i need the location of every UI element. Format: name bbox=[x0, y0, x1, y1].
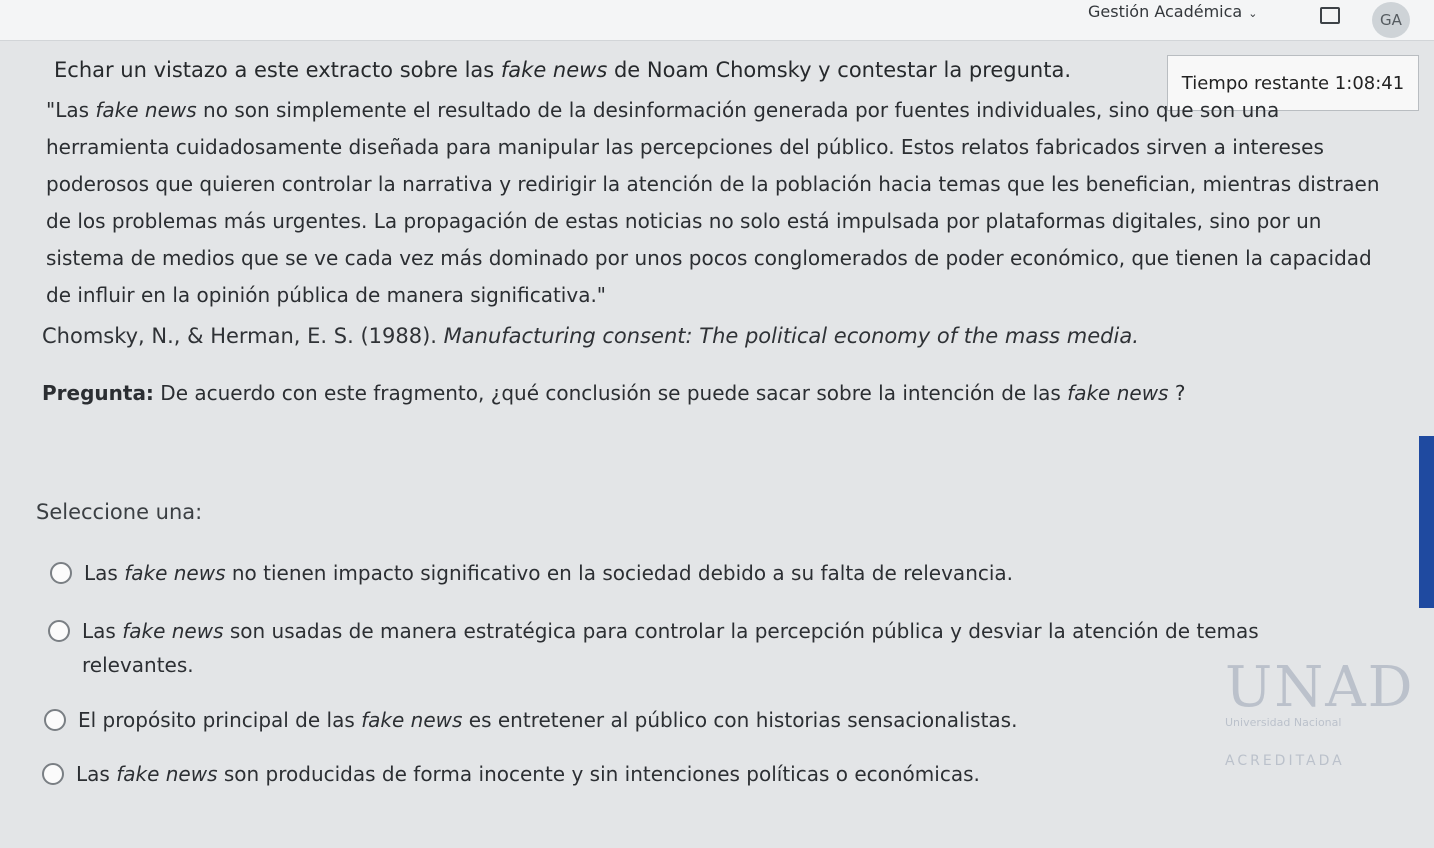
quote-text-body: no son simplemente el resultado de la de… bbox=[46, 98, 1380, 307]
scrollbar-thumb[interactable] bbox=[1419, 436, 1434, 608]
option-text-end: es entretener al público con historias s… bbox=[462, 708, 1018, 732]
unad-logo: UNAD Universidad Nacional ACREDITADA bbox=[1225, 655, 1415, 805]
option-fake-news: fake news bbox=[361, 708, 463, 732]
chomsky-quote: "Las fake news no son simplemente el res… bbox=[46, 92, 1396, 314]
radio-button[interactable] bbox=[48, 620, 70, 642]
question-fake-news: fake news bbox=[1067, 381, 1169, 405]
question-prompt: Pregunta: De acuerdo con este fragmento,… bbox=[42, 381, 1185, 405]
quote-text-start: "Las bbox=[46, 98, 96, 122]
radio-button[interactable] bbox=[42, 763, 64, 785]
option-fake-news: fake news bbox=[124, 561, 226, 585]
option-text-start: Las bbox=[84, 561, 125, 585]
question-intro: Echar un vistazo a este extracto sobre l… bbox=[54, 58, 1071, 82]
mail-icon[interactable] bbox=[1320, 7, 1340, 24]
nav-label: Gestión Académica bbox=[1088, 2, 1243, 21]
logo-mark: UNAD bbox=[1225, 655, 1415, 720]
option-text-start: Las bbox=[76, 762, 117, 786]
answer-option-2[interactable]: Las fake news son usadas de manera estra… bbox=[48, 614, 1338, 682]
citation: Chomsky, N., & Herman, E. S. (1988). Man… bbox=[42, 324, 1139, 348]
option-text-start: Las bbox=[82, 619, 123, 643]
option-fake-news: fake news bbox=[122, 619, 224, 643]
logo-accredited: ACREDITADA bbox=[1225, 753, 1345, 769]
time-remaining-label: Tiempo restante 1:08:41 bbox=[1181, 72, 1405, 94]
chevron-down-icon: ⌄ bbox=[1248, 7, 1258, 20]
intro-fake-news: fake news bbox=[500, 58, 608, 82]
option-fake-news: fake news bbox=[116, 762, 218, 786]
select-one-label: Seleccione una: bbox=[36, 500, 203, 524]
option-text-end: son producidas de forma inocente y sin i… bbox=[217, 762, 980, 786]
option-text: Las fake news no tienen impacto signific… bbox=[84, 556, 1013, 590]
answer-option-3[interactable]: El propósito principal de las fake news … bbox=[44, 703, 1017, 737]
option-text: El propósito principal de las fake news … bbox=[78, 703, 1017, 737]
radio-button[interactable] bbox=[50, 562, 72, 584]
user-avatar[interactable]: GA bbox=[1372, 2, 1410, 38]
intro-text-start: Echar un vistazo a este extracto sobre l… bbox=[54, 58, 501, 82]
top-bar: Gestión Académica ⌄ GA bbox=[0, 0, 1434, 41]
question-text-end: ? bbox=[1168, 381, 1186, 405]
intro-text-end: de Noam Chomsky y contestar la pregunta. bbox=[607, 58, 1072, 82]
citation-title: Manufacturing consent: The political eco… bbox=[443, 324, 1139, 348]
academic-management-menu[interactable]: Gestión Académica ⌄ bbox=[1088, 2, 1257, 21]
radio-button[interactable] bbox=[44, 709, 66, 731]
question-text-start: De acuerdo con este fragmento, ¿qué conc… bbox=[153, 381, 1068, 405]
answer-option-4[interactable]: Las fake news son producidas de forma in… bbox=[42, 757, 980, 791]
question-label: Pregunta: bbox=[42, 381, 154, 405]
option-text: Las fake news son producidas de forma in… bbox=[76, 757, 980, 791]
answer-option-1[interactable]: Las fake news no tienen impacto signific… bbox=[50, 556, 1013, 590]
option-text-end: no tienen impacto significativo en la so… bbox=[225, 561, 1014, 585]
citation-authors: Chomsky, N., & Herman, E. S. (1988). bbox=[42, 324, 444, 348]
option-text: Las fake news son usadas de manera estra… bbox=[82, 614, 1338, 682]
option-text-start: El propósito principal de las bbox=[78, 708, 362, 732]
option-text-end: son usadas de manera estratégica para co… bbox=[82, 619, 1259, 677]
quote-fake-news: fake news bbox=[95, 98, 197, 122]
